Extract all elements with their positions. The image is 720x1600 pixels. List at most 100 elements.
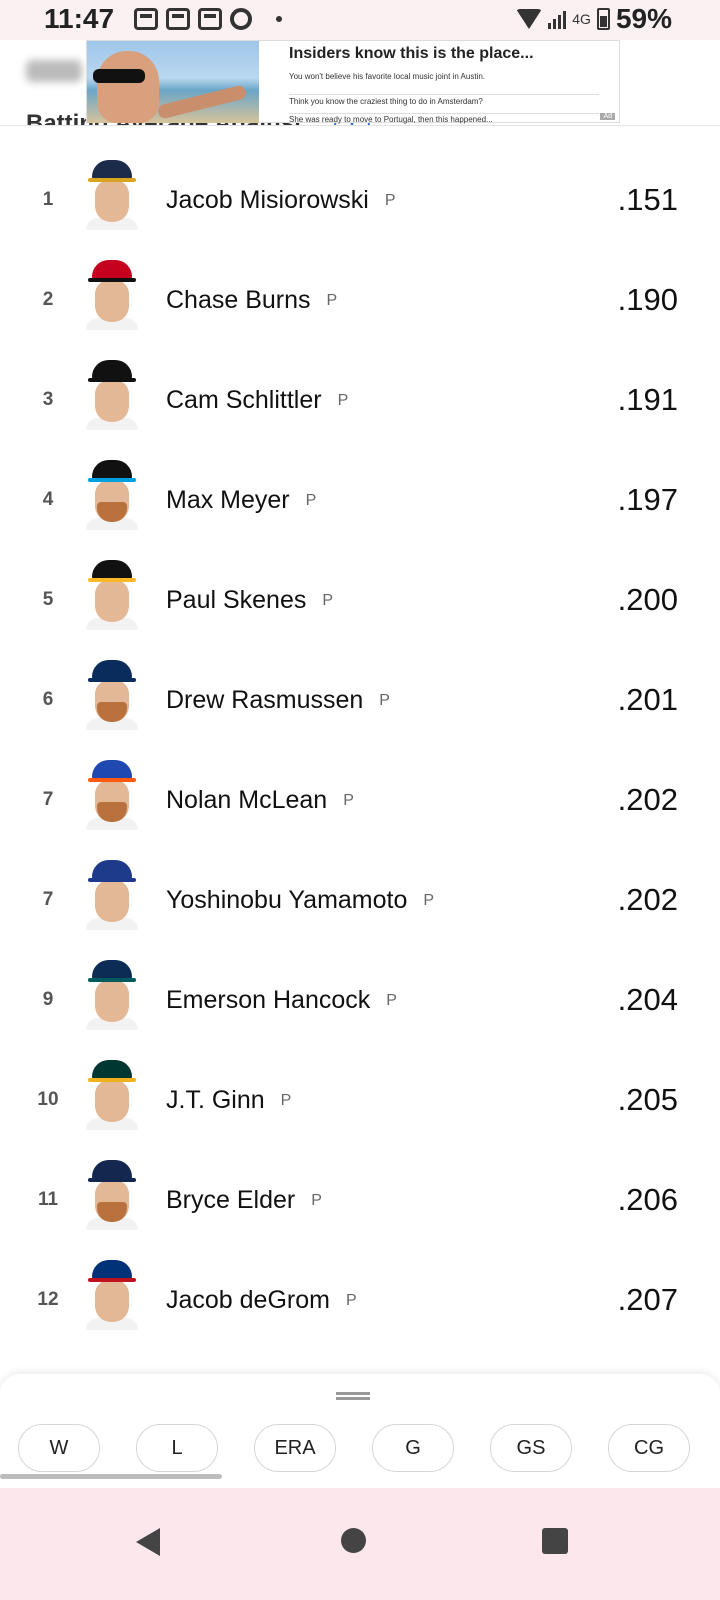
stat-value: .197: [617, 482, 678, 517]
player-avatar[interactable]: [86, 360, 138, 430]
player-avatar[interactable]: [86, 860, 138, 930]
player-name-text[interactable]: Jacob deGrom: [166, 1286, 330, 1314]
player-avatar[interactable]: [86, 660, 138, 730]
rank: 9: [42, 989, 54, 1010]
player-name-text[interactable]: Bryce Elder: [166, 1186, 295, 1214]
player-name-text[interactable]: Max Meyer: [166, 486, 290, 514]
status-time: 11:47: [44, 3, 115, 34]
leader-row[interactable]: 12 Jacob deGrom P .207: [0, 1250, 720, 1350]
stat-value: .191: [617, 382, 678, 417]
player-name[interactable]: Nolan McLean P: [166, 750, 354, 850]
player-avatar[interactable]: [86, 1060, 138, 1130]
leader-row[interactable]: 4 Max Meyer P .197: [0, 450, 720, 550]
rank: 3: [42, 389, 54, 410]
player-name[interactable]: Max Meyer P: [166, 450, 316, 550]
ad-text-line[interactable]: Think you know the craziest thing to do …: [289, 94, 599, 106]
leader-row[interactable]: 2 Chase Burns P .190: [0, 250, 720, 350]
signal-icon: [548, 9, 567, 29]
stat-value: .200: [617, 582, 678, 617]
player-name-text[interactable]: Chase Burns: [166, 286, 311, 314]
player-name-text[interactable]: Jacob Misiorowski: [166, 186, 369, 214]
network-type: 4G: [572, 11, 591, 27]
stat-tab[interactable]: L: [136, 1424, 218, 1472]
player-name[interactable]: Chase Burns P: [166, 250, 337, 350]
battery-percent: 59%: [615, 3, 672, 34]
player-avatar[interactable]: [86, 460, 138, 530]
player-position: P: [379, 692, 390, 710]
player-name[interactable]: Jacob Misiorowski P: [166, 150, 396, 250]
player-avatar[interactable]: [86, 760, 138, 830]
player-name-text[interactable]: Emerson Hancock: [166, 986, 370, 1014]
player-avatar[interactable]: [86, 160, 138, 230]
back-icon[interactable]: [136, 1528, 160, 1556]
rank: 7: [42, 889, 54, 910]
leader-row[interactable]: 11 Bryce Elder P .206: [0, 1150, 720, 1250]
player-avatar[interactable]: [86, 560, 138, 630]
rank: 2: [42, 289, 54, 310]
stat-value: .206: [617, 1182, 678, 1217]
player-position: P: [326, 292, 338, 310]
stat-value: .204: [617, 982, 678, 1017]
leader-row[interactable]: 10 J.T. Ginn P .205: [0, 1050, 720, 1150]
stat-value: .190: [617, 282, 678, 317]
rank: 12: [37, 1289, 59, 1310]
news-notification-icon: [134, 8, 158, 30]
stat-tabs: W L ERA G GS CG: [18, 1424, 690, 1472]
player-avatar[interactable]: [86, 1160, 138, 1230]
player-avatar[interactable]: [86, 1260, 138, 1330]
player-position: P: [280, 1092, 292, 1110]
rank: 5: [42, 589, 54, 610]
player-name[interactable]: Paul Skenes P: [166, 550, 333, 650]
player-name[interactable]: Cam Schlittler P: [166, 350, 348, 450]
player-name-text[interactable]: Nolan McLean: [166, 786, 327, 814]
stat-tab[interactable]: GS: [490, 1424, 572, 1472]
rank: 10: [37, 1089, 59, 1110]
player-name-text[interactable]: Yoshinobu Yamamoto: [166, 886, 407, 914]
leader-row[interactable]: 1 Jacob Misiorowski P .151: [0, 150, 720, 250]
leader-row[interactable]: 7 Yoshinobu Yamamoto P .202: [0, 850, 720, 950]
leader-row[interactable]: 6 Drew Rasmussen P .201: [0, 650, 720, 750]
stat-value: .202: [617, 782, 678, 817]
leader-row[interactable]: 5 Paul Skenes P .200: [0, 550, 720, 650]
ad-choices-icon[interactable]: Ad: [600, 113, 615, 120]
drag-handle-icon[interactable]: [336, 1392, 370, 1400]
navigation-bar: [0, 1488, 720, 1600]
rank: 4: [42, 489, 54, 510]
player-name-text[interactable]: Paul Skenes: [166, 586, 306, 614]
player-avatar[interactable]: [86, 260, 138, 330]
player-avatar[interactable]: [86, 960, 138, 1030]
ad-banner[interactable]: Insiders know this is the place... You w…: [86, 40, 620, 124]
recents-icon[interactable]: [542, 1528, 568, 1554]
stat-tab[interactable]: CG: [608, 1424, 690, 1472]
stat-value: .202: [617, 882, 678, 917]
leader-row[interactable]: 9 Emerson Hancock P .204: [0, 950, 720, 1050]
rank: 1: [42, 189, 54, 210]
stat-value: .151: [617, 182, 678, 217]
news-notification-icon: [166, 8, 190, 30]
home-icon[interactable]: [341, 1528, 366, 1553]
player-name[interactable]: J.T. Ginn P: [166, 1050, 291, 1150]
player-name-text[interactable]: J.T. Ginn: [166, 1086, 265, 1114]
ad-text-line[interactable]: She was ready to move to Portugal, then …: [289, 113, 599, 124]
ad-text-line[interactable]: You won't believe his favorite local mus…: [289, 72, 485, 81]
player-name-text[interactable]: Drew Rasmussen: [166, 686, 363, 714]
player-name[interactable]: Yoshinobu Yamamoto P: [166, 850, 434, 950]
ad-headline[interactable]: Insiders know this is the place...: [289, 45, 534, 63]
stat-tab[interactable]: W: [18, 1424, 100, 1472]
player-position: P: [337, 392, 349, 410]
leader-row[interactable]: 3 Cam Schlittler P .191: [0, 350, 720, 450]
stat-tab[interactable]: ERA: [254, 1424, 336, 1472]
player-name[interactable]: Drew Rasmussen P: [166, 650, 390, 750]
player-position: P: [305, 492, 317, 510]
ad-image[interactable]: [87, 41, 259, 123]
leader-row[interactable]: 7 Nolan McLean P .202: [0, 750, 720, 850]
player-name[interactable]: Jacob deGrom P: [166, 1250, 357, 1350]
system-status: 4G 59%: [516, 3, 672, 35]
player-name[interactable]: Bryce Elder P: [166, 1150, 322, 1250]
player-name[interactable]: Emerson Hancock P: [166, 950, 397, 1050]
horizontal-scroll-indicator[interactable]: [0, 1474, 222, 1479]
stat-tab[interactable]: G: [372, 1424, 454, 1472]
stat-picker-sheet: W L ERA G GS CG: [0, 1374, 720, 1488]
player-position: P: [311, 1192, 322, 1210]
player-name-text[interactable]: Cam Schlittler: [166, 386, 322, 414]
